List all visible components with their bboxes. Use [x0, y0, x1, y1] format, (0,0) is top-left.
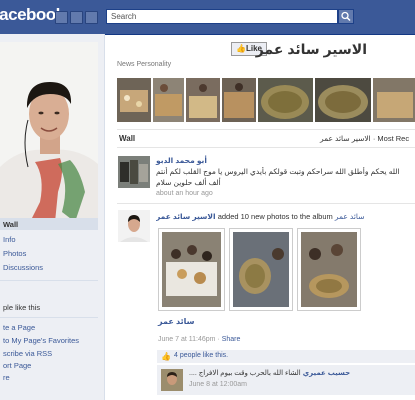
- comment-text: الشاء الله بالحرب وقت بيوم الافراج ....: [189, 370, 301, 377]
- post-date[interactable]: June 7 at 11:46pm: [158, 336, 215, 343]
- top-navigation-bar: facebook Search: [0, 0, 415, 35]
- post-author-name[interactable]: الاسير سائد عمر: [156, 212, 216, 221]
- post-author-name[interactable]: أبو محمد الدبو: [156, 156, 212, 165]
- wall-heading: Wall: [119, 134, 136, 143]
- strip-photo-7[interactable]: [373, 78, 415, 122]
- post-text-line-2: ألف ألف حلوين سلام: [156, 178, 221, 187]
- wall-divider: [117, 147, 415, 148]
- album-photo-1[interactable]: [158, 228, 225, 311]
- search-button[interactable]: [338, 9, 354, 24]
- notifications-icon[interactable]: [85, 11, 98, 24]
- album-link[interactable]: سائد عمر: [335, 212, 365, 221]
- post-text-line-1: الله يحكم وأطلق الله سراحكم وتبت قولكم ب…: [156, 167, 400, 176]
- strip-photo-3[interactable]: [186, 78, 220, 122]
- report-page-link[interactable]: ort Page: [3, 361, 31, 370]
- photo-strip: [117, 78, 415, 122]
- album-photo-2[interactable]: [229, 228, 293, 311]
- likes-bar: 👍 4 people like this.: [157, 350, 415, 363]
- add-to-favorites-link[interactable]: to My Page's Favorites: [3, 336, 79, 345]
- sidebar-likes-count[interactable]: ple like this: [3, 303, 40, 312]
- sidebar-divider: [0, 317, 98, 318]
- album-photo-image: [162, 232, 221, 307]
- header-divider: [117, 129, 415, 130]
- strip-photo-1[interactable]: [117, 78, 151, 122]
- wall-filter-tabs[interactable]: الاسير سائد عمر · Most Rec: [320, 134, 409, 143]
- album-title-link[interactable]: سائد عمر: [158, 317, 218, 326]
- thumbs-up-icon: 👍: [161, 352, 171, 361]
- create-page-link[interactable]: te a Page: [3, 323, 35, 332]
- sidebar-item-photos[interactable]: Photos: [3, 249, 26, 258]
- post-author-avatar[interactable]: [118, 156, 150, 188]
- page-category: News Personality: [117, 61, 172, 68]
- post-divider: [117, 203, 415, 204]
- strip-photo-5[interactable]: [258, 78, 313, 122]
- sidebar-item-discussions[interactable]: Discussions: [3, 263, 43, 272]
- sidebar-divider: [0, 280, 98, 281]
- commenter-avatar[interactable]: [161, 369, 183, 391]
- comment-timestamp[interactable]: June 8 at 12:00am: [189, 381, 247, 388]
- messages-icon[interactable]: [70, 11, 83, 24]
- strip-photo-2[interactable]: [153, 78, 184, 122]
- album-post-header: الاسير سائد عمر added 10 new photos to t…: [156, 212, 415, 221]
- share-link[interactable]: Share: [222, 336, 241, 343]
- comment-author[interactable]: حسيب عميري: [303, 370, 350, 377]
- post-timestamp[interactable]: about an hour ago: [156, 190, 213, 197]
- post-action-text: added 10 new photos to the album: [217, 212, 333, 221]
- page-title: الاسير سائد عمر: [255, 41, 367, 57]
- page-avatar[interactable]: [118, 210, 150, 242]
- post-meta: June 7 at 11:46pm · Share: [158, 336, 241, 343]
- profile-picture[interactable]: [0, 42, 98, 222]
- thumbs-up-icon: 👍: [236, 44, 246, 53]
- album-photo-3[interactable]: [297, 228, 361, 311]
- strip-photo-6[interactable]: [315, 78, 371, 122]
- search-input[interactable]: Search: [106, 9, 338, 24]
- profile-photo-image: [0, 42, 98, 222]
- friend-requests-icon[interactable]: [55, 11, 68, 24]
- likes-count-link[interactable]: 4 people like this.: [174, 352, 228, 359]
- comment-text-row: حسيب عميري الشاء الله بالحرب وقت بيوم ال…: [189, 369, 409, 377]
- sidebar-item-wall[interactable]: Wall: [3, 220, 18, 229]
- album-photo-image: [301, 232, 357, 307]
- strip-photo-4[interactable]: [222, 78, 256, 122]
- sidebar-item-info[interactable]: Info: [3, 235, 16, 244]
- subscribe-rss-link[interactable]: scribe via RSS: [3, 349, 52, 358]
- album-photo-image: [233, 232, 289, 307]
- more-link[interactable]: re: [3, 373, 10, 382]
- search-icon: [341, 11, 351, 22]
